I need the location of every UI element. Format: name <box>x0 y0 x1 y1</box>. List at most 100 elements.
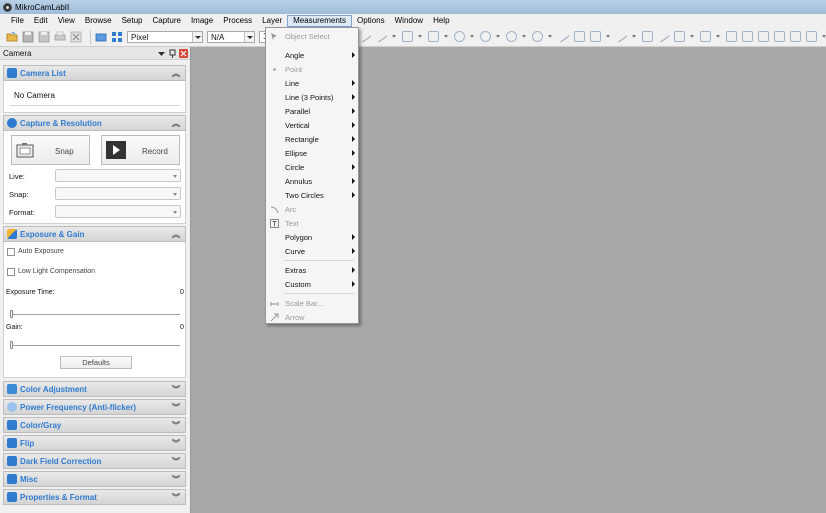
vertical-tool-icon[interactable] <box>402 31 413 42</box>
menu-item-line-3-points[interactable]: Line (3 Points) <box>266 91 358 104</box>
scale-bar-tool-icon[interactable] <box>700 31 711 42</box>
histogram-icon[interactable] <box>726 31 737 42</box>
camera-list-item[interactable]: No Camera <box>14 91 55 100</box>
chevron-down-icon[interactable] <box>632 31 637 42</box>
chevron-down-icon[interactable] <box>470 31 475 42</box>
menu-item-polygon[interactable]: Polygon <box>266 231 358 244</box>
collapse-icon[interactable]: ︽ <box>172 68 180 79</box>
menu-item-extras[interactable]: Extras <box>266 264 358 277</box>
grid-view-icon[interactable] <box>111 31 123 43</box>
circle-tool-icon[interactable] <box>480 31 491 42</box>
panel-menu-icon[interactable] <box>157 49 166 58</box>
menu-help[interactable]: Help <box>428 15 454 27</box>
chevron-down-icon[interactable] <box>548 31 553 42</box>
chevron-down-icon[interactable] <box>392 31 397 42</box>
menu-item-object-select[interactable]: Object Select <box>266 30 358 43</box>
save-icon[interactable] <box>22 31 34 43</box>
annulus-tool-icon[interactable] <box>506 31 517 42</box>
menu-window[interactable]: Window <box>390 15 428 27</box>
camera-list-header[interactable]: Camera List ︽ <box>3 65 186 81</box>
extras-tool-icon[interactable] <box>642 31 653 42</box>
expand-icon[interactable]: ︾ <box>172 402 180 413</box>
expand-icon[interactable]: ︾ <box>172 384 180 395</box>
section-color-gray-header[interactable]: Color/Gray ︾ <box>3 417 186 433</box>
menu-view[interactable]: View <box>53 15 80 27</box>
chevron-down-icon[interactable] <box>690 31 695 42</box>
section-color-adjustment-header[interactable]: Color Adjustment ︾ <box>3 381 186 397</box>
calibration-select[interactable]: N/A <box>207 31 255 43</box>
line-tool-icon[interactable] <box>359 30 372 43</box>
menu-setup[interactable]: Setup <box>117 15 148 27</box>
expand-icon[interactable]: ︾ <box>172 474 180 485</box>
menu-item-text[interactable]: Text <box>266 217 358 230</box>
pen-tool-icon[interactable] <box>375 30 388 43</box>
menu-item-point[interactable]: Point <box>266 63 358 76</box>
pin-icon[interactable] <box>168 49 177 58</box>
rectangle-tool-icon[interactable] <box>428 31 439 42</box>
exposure-gain-header[interactable]: Exposure & Gain ︽ <box>3 226 186 242</box>
exposure-time-slider[interactable] <box>10 310 13 318</box>
menu-measurements[interactable]: Measurements <box>287 15 353 27</box>
open-folder-icon[interactable] <box>6 31 18 43</box>
snap-resolution-select[interactable] <box>55 187 181 200</box>
chevron-down-icon[interactable] <box>716 31 721 42</box>
menu-capture[interactable]: Capture <box>147 15 185 27</box>
menu-item-two-circles[interactable]: Two Circles <box>266 189 358 202</box>
print-icon[interactable] <box>54 31 66 43</box>
menu-file[interactable]: File <box>6 15 29 27</box>
layer-icon[interactable] <box>742 31 753 42</box>
menu-item-curve[interactable]: Curve <box>266 245 358 258</box>
chevron-down-icon[interactable] <box>606 31 611 42</box>
menu-item-circle[interactable]: Circle <box>266 161 358 174</box>
unit-select[interactable]: Pixel <box>127 31 203 43</box>
expand-icon[interactable]: ︾ <box>172 438 180 449</box>
chevron-down-icon[interactable] <box>244 32 254 42</box>
browse-folder-icon[interactable] <box>95 31 107 43</box>
record-button[interactable]: Record <box>101 135 180 165</box>
chevron-down-icon[interactable] <box>444 31 449 42</box>
polygon-tool-icon[interactable] <box>590 31 601 42</box>
menu-item-rectangle[interactable]: Rectangle <box>266 133 358 146</box>
chevron-down-icon[interactable] <box>822 31 826 42</box>
menu-item-vertical[interactable]: Vertical <box>266 119 358 132</box>
chevron-down-icon[interactable] <box>192 32 202 42</box>
capture-resolution-header[interactable]: Capture & Resolution ︽ <box>3 115 186 131</box>
menu-item-parallel[interactable]: Parallel <box>266 105 358 118</box>
section-misc-header[interactable]: Misc ︾ <box>3 471 186 487</box>
chevron-down-icon[interactable] <box>418 31 423 42</box>
menu-item-arc[interactable]: Arc <box>266 203 358 216</box>
menu-image[interactable]: Image <box>186 15 218 27</box>
menu-options[interactable]: Options <box>352 15 390 27</box>
section-flip-header[interactable]: Flip ︾ <box>3 435 186 451</box>
arc-tool-icon[interactable] <box>557 30 570 43</box>
format-select[interactable] <box>55 205 181 218</box>
document-icon[interactable] <box>790 31 801 42</box>
save-as-icon[interactable] <box>38 31 50 43</box>
defaults-button[interactable]: Defaults <box>60 356 132 369</box>
menu-item-annulus[interactable]: Annulus <box>266 175 358 188</box>
custom-tool-icon[interactable] <box>674 31 685 42</box>
live-resolution-select[interactable] <box>55 169 181 182</box>
report-icon[interactable] <box>774 31 785 42</box>
section-properties-format-header[interactable]: Properties & Format ︾ <box>3 489 186 505</box>
menu-item-arrow[interactable]: Arrow <box>266 311 358 324</box>
collapse-icon[interactable]: ︽ <box>172 229 180 240</box>
collapse-icon[interactable]: ︽ <box>172 118 180 129</box>
expand-icon[interactable]: ︾ <box>172 456 180 467</box>
menu-process[interactable]: Process <box>218 15 257 27</box>
ellipse-tool-icon[interactable] <box>454 31 465 42</box>
menu-layer[interactable]: Layer <box>257 15 287 27</box>
curve-tool-icon[interactable] <box>615 30 628 43</box>
snap-button[interactable]: Snap <box>11 135 90 165</box>
chevron-down-icon[interactable] <box>522 31 527 42</box>
menu-browse[interactable]: Browse <box>80 15 117 27</box>
arrow-tool-icon[interactable] <box>657 30 670 43</box>
share-icon[interactable] <box>806 31 817 42</box>
low-light-checkbox[interactable] <box>7 268 15 276</box>
export-icon[interactable] <box>758 31 769 42</box>
menu-item-ellipse[interactable]: Ellipse <box>266 147 358 160</box>
gain-slider[interactable] <box>10 341 13 349</box>
chevron-down-icon[interactable] <box>496 31 501 42</box>
two-circles-tool-icon[interactable] <box>532 31 543 42</box>
menu-item-scale-bar[interactable]: Scale Bar... <box>266 297 358 310</box>
